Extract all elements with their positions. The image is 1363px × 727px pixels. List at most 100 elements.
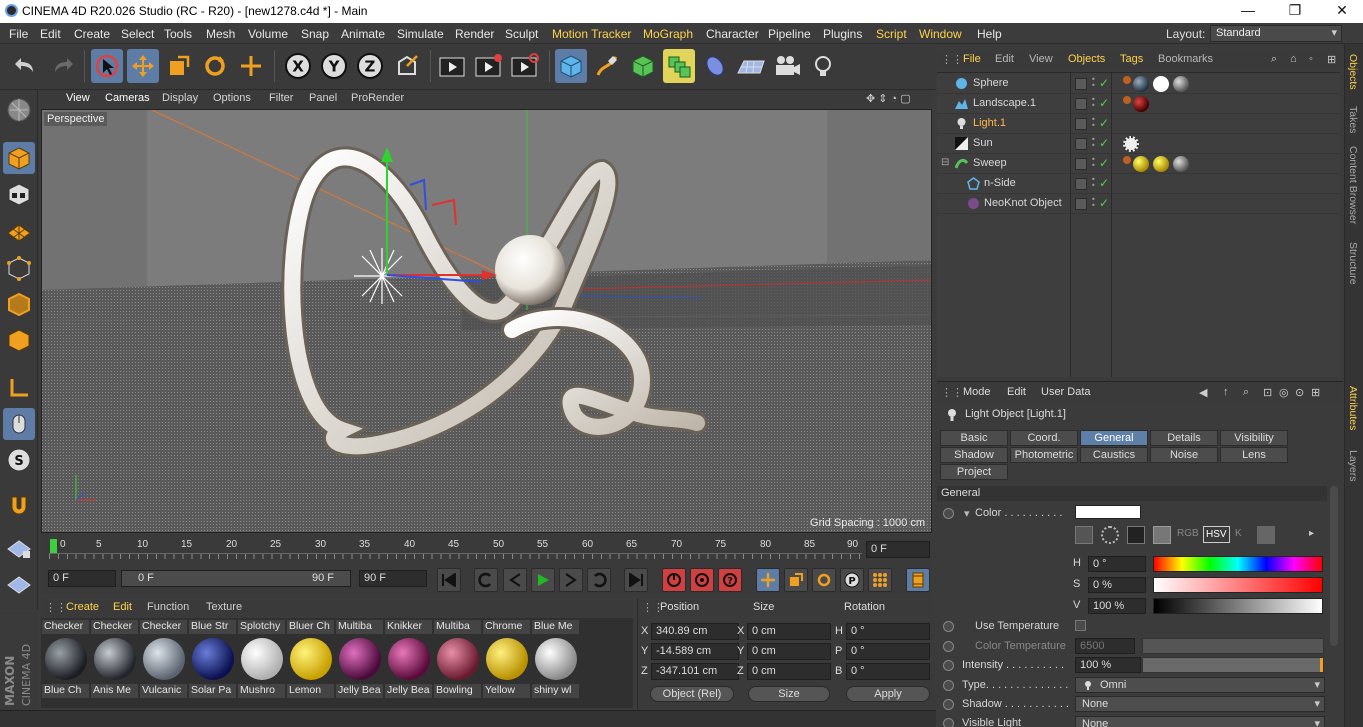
size-y-field[interactable]: 0 cm bbox=[747, 643, 831, 660]
om-home-icon[interactable]: ⌂ bbox=[1290, 53, 1297, 65]
material-item[interactable]: Multiba Jelly Bea bbox=[336, 620, 383, 700]
z-axis-lock-icon[interactable]: Z bbox=[354, 49, 386, 83]
record-parameter-icon[interactable]: P bbox=[840, 568, 864, 592]
move-tool-icon[interactable] bbox=[127, 49, 159, 83]
timeline[interactable]: 0 5 10 15 20 25 30 35 40 45 50 55 60 65 … bbox=[41, 534, 932, 564]
image-mode-icon[interactable] bbox=[1153, 526, 1171, 544]
tab-noise[interactable]: Noise bbox=[1150, 447, 1218, 463]
intensity-slider[interactable] bbox=[1142, 657, 1324, 673]
object-row-sweep[interactable]: ⊟ Sweep • • ✓ bbox=[937, 154, 1340, 174]
viewport-navigation-icons[interactable]: ✥ ⇕ ◔ ▢ bbox=[866, 92, 911, 105]
material-tag-icon[interactable] bbox=[1173, 156, 1189, 172]
menu-tools[interactable]: Tools bbox=[164, 27, 192, 41]
sun-expression-tag-icon[interactable] bbox=[1123, 136, 1139, 152]
h-field[interactable]: 0 ° bbox=[1088, 556, 1146, 572]
render-to-picture-viewer-icon[interactable] bbox=[473, 49, 505, 83]
deformer-icon[interactable] bbox=[699, 49, 731, 83]
pen-spline-icon[interactable] bbox=[591, 49, 623, 83]
menu-select[interactable]: Select bbox=[121, 27, 154, 41]
material-item[interactable]: Checker Blue Ch bbox=[42, 620, 89, 700]
material-item[interactable]: Checker Vulcanic bbox=[140, 620, 187, 700]
material-tag-icon[interactable] bbox=[1153, 76, 1169, 92]
rotation-p-field[interactable]: 0 ° bbox=[846, 643, 930, 660]
texture-mode-icon[interactable] bbox=[3, 178, 35, 210]
camera-icon[interactable] bbox=[771, 49, 803, 83]
side-tab-layers[interactable]: Layers bbox=[1347, 450, 1359, 482]
workplane-mode-icon[interactable] bbox=[3, 214, 35, 246]
floor-environment-icon[interactable] bbox=[735, 49, 767, 83]
viewport-menu-filter[interactable]: Filter bbox=[269, 92, 293, 104]
om-menu-objects[interactable]: Objects bbox=[1068, 53, 1105, 65]
make-editable-icon[interactable] bbox=[3, 94, 35, 126]
shadow-dot[interactable] bbox=[943, 699, 954, 710]
menu-volume[interactable]: Volume bbox=[248, 27, 288, 41]
y-axis-lock-icon[interactable]: Y bbox=[318, 49, 350, 83]
object-row-sphere[interactable]: Sphere • • ✓ bbox=[937, 74, 1340, 94]
tab-photometric[interactable]: Photometric bbox=[1010, 447, 1078, 463]
frame-range-slider[interactable]: 0 F 90 F bbox=[121, 570, 351, 587]
om-search-icon[interactable]: ⌕ bbox=[1271, 53, 1277, 66]
scale-tool-icon[interactable] bbox=[163, 49, 195, 83]
coordinate-mode-dropdown[interactable]: Object (Rel) bbox=[650, 686, 734, 702]
subdivision-surface-icon[interactable] bbox=[627, 49, 659, 83]
play-icon[interactable] bbox=[531, 568, 555, 592]
hue-slider[interactable] bbox=[1153, 556, 1323, 572]
side-tab-objects[interactable]: Objects bbox=[1347, 54, 1359, 90]
light-type-dropdown[interactable]: Omni bbox=[1075, 677, 1325, 693]
recent-tool-icon[interactable] bbox=[235, 49, 267, 83]
material-tag-icon[interactable] bbox=[1173, 76, 1189, 92]
intensity-dot[interactable] bbox=[943, 660, 954, 671]
object-row-landscape[interactable]: Landscape.1 • • ✓ bbox=[937, 94, 1340, 114]
apply-button[interactable]: Apply bbox=[846, 686, 930, 702]
attr-menu-edit[interactable]: Edit bbox=[1007, 386, 1026, 398]
cube-object-icon[interactable] bbox=[555, 49, 587, 83]
timeline-ruler[interactable] bbox=[49, 553, 862, 559]
use-temperature-checkbox[interactable] bbox=[1075, 620, 1086, 631]
material-item[interactable]: Chrome Yellow bbox=[483, 620, 530, 700]
phong-tag-icon[interactable] bbox=[1123, 156, 1131, 164]
menu-render[interactable]: Render bbox=[455, 27, 494, 41]
menu-plugins[interactable]: Plugins bbox=[823, 27, 862, 41]
saturation-slider[interactable] bbox=[1153, 577, 1323, 593]
3d-viewport[interactable]: Perspective Grid Spacing : 1000 cm bbox=[41, 109, 932, 533]
tab-details[interactable]: Details bbox=[1150, 430, 1218, 446]
size-mode-dropdown[interactable]: Size bbox=[748, 686, 830, 702]
coordinate-system-icon[interactable] bbox=[391, 49, 423, 83]
material-menu-function[interactable]: Function bbox=[147, 601, 189, 613]
side-tab-content-browser[interactable]: Content Browser bbox=[1347, 146, 1359, 224]
attr-search-icon[interactable]: ⌕ bbox=[1243, 386, 1249, 399]
solo-mode-icon[interactable]: S bbox=[3, 444, 35, 476]
render-view-icon[interactable] bbox=[437, 49, 469, 83]
edges-mode-icon[interactable] bbox=[3, 288, 35, 320]
tree-collapse-icon[interactable]: ⊟ bbox=[941, 157, 949, 168]
position-x-field[interactable]: 340.89 cm bbox=[651, 623, 739, 640]
side-tab-attributes[interactable]: Attributes bbox=[1347, 386, 1359, 430]
rotation-h-field[interactable]: 0 ° bbox=[846, 623, 930, 640]
spectrum-mode-icon[interactable] bbox=[1101, 526, 1119, 544]
tab-coord[interactable]: Coord. bbox=[1010, 430, 1078, 446]
viewport-menu-prorender[interactable]: ProRender bbox=[351, 92, 404, 104]
planar-workplane-icon[interactable] bbox=[3, 568, 35, 600]
rgb-mode-button[interactable]: RGB bbox=[1177, 528, 1199, 539]
autokeying-icon[interactable] bbox=[690, 568, 714, 592]
menu-mesh[interactable]: Mesh bbox=[206, 27, 235, 41]
viewport-menu-options[interactable]: Options bbox=[213, 92, 251, 104]
goto-end-icon[interactable] bbox=[624, 568, 648, 592]
phong-tag-icon[interactable] bbox=[1123, 96, 1131, 104]
swatch-mode-icon[interactable] bbox=[1127, 526, 1145, 544]
s-field[interactable]: 0 % bbox=[1088, 577, 1146, 593]
material-tag-icon[interactable] bbox=[1133, 96, 1149, 112]
material-item[interactable]: Blue Me shiny wl bbox=[532, 620, 579, 700]
close-button[interactable]: ✕ bbox=[1327, 2, 1357, 20]
attributes-scrollbar[interactable] bbox=[1330, 486, 1338, 646]
attr-new-window-icon[interactable]: ⊞ bbox=[1311, 386, 1320, 399]
menu-edit[interactable]: Edit bbox=[40, 27, 61, 41]
attr-target-icon[interactable]: ◎ bbox=[1279, 386, 1289, 399]
side-tab-structure[interactable]: Structure bbox=[1347, 242, 1359, 285]
current-frame-field[interactable]: 0 F bbox=[866, 541, 930, 558]
color-animate-dot[interactable] bbox=[943, 508, 954, 519]
menu-mograph[interactable]: MoGraph bbox=[643, 27, 693, 41]
object-row-sun[interactable]: Sun • • ✓ bbox=[937, 134, 1340, 154]
material-menu-texture[interactable]: Texture bbox=[206, 601, 242, 613]
array-icon[interactable] bbox=[663, 49, 695, 83]
